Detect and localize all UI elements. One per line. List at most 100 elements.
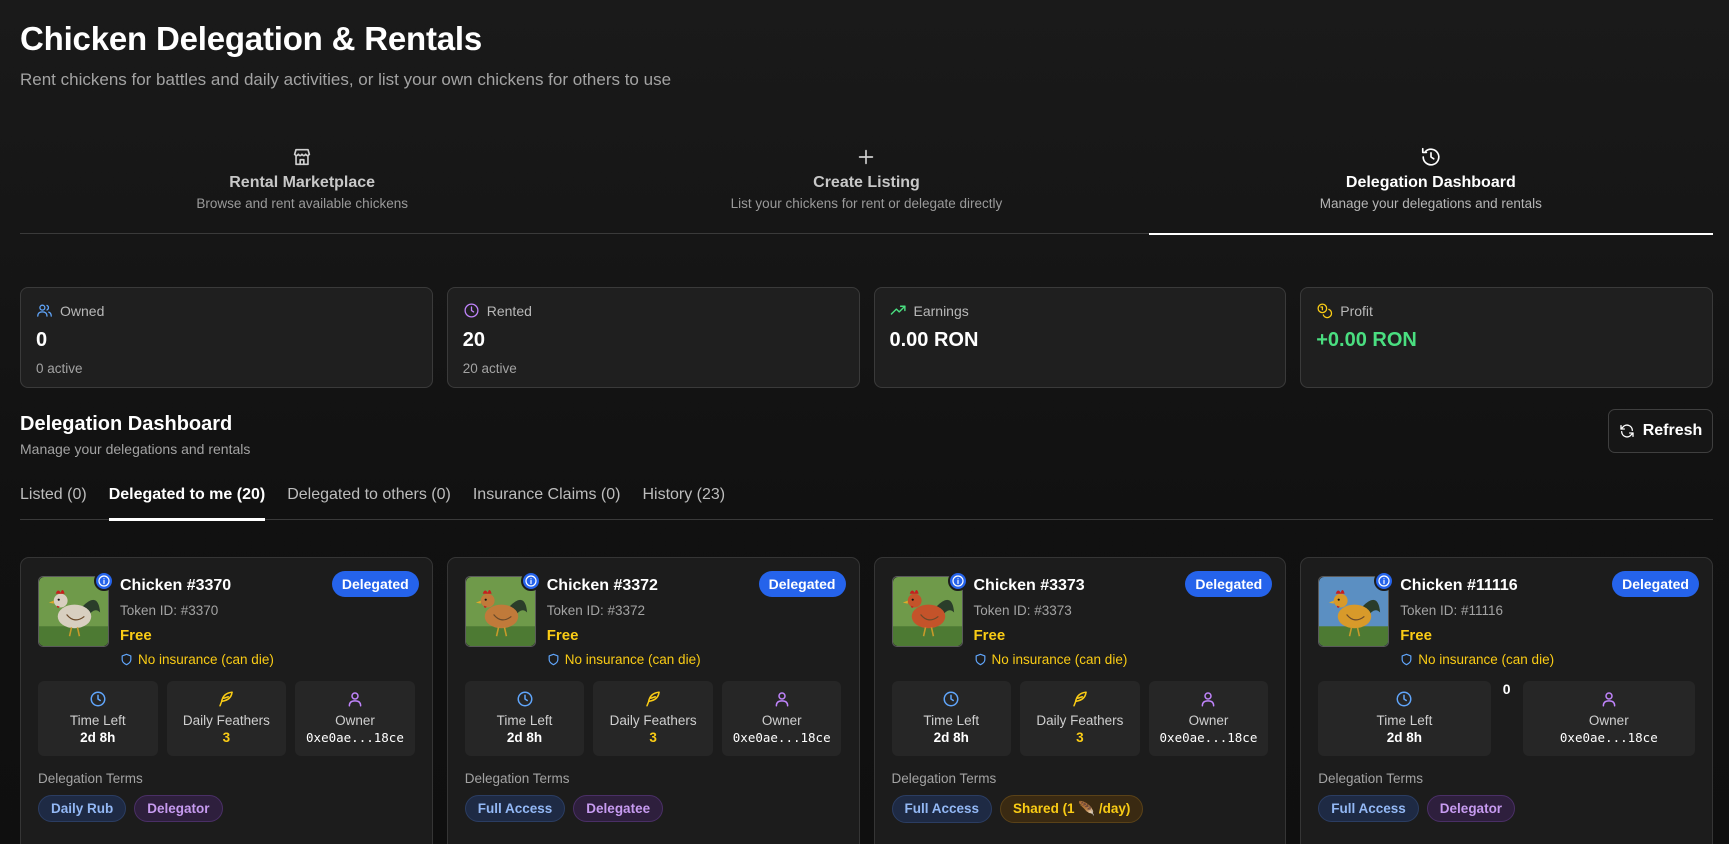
chicken-avatar	[1318, 571, 1395, 647]
metric-label: Daily Feathers	[609, 713, 697, 728]
section-subtitle: Manage your delegations and rentals	[20, 441, 251, 457]
tab-insurance-claims[interactable]: Insurance Claims (0)	[473, 484, 621, 520]
page-subtitle: Rent chickens for battles and daily acti…	[20, 70, 672, 89]
tab-create-listing[interactable]: Create Listing List your chickens for re…	[584, 144, 1148, 233]
stat-value: 0.00 RON	[889, 329, 979, 351]
clock-icon	[517, 691, 533, 707]
token-id: Token ID: #11116	[1400, 603, 1504, 618]
token-id: Token ID: #3373	[973, 603, 1072, 618]
chicken-card[interactable]: Delegated Chicken #3370 Token ID: #3370 …	[20, 557, 433, 844]
feather-icon	[219, 691, 234, 707]
term-badge: Daily Rub	[38, 795, 127, 822]
user-icon	[348, 692, 362, 707]
metric-label: Owner	[1188, 713, 1229, 728]
tab-description: Manage your delegations and rentals	[1319, 196, 1542, 211]
metric-daily-feathers: Daily Feathers 3	[166, 681, 287, 756]
term-badge: Full Access	[464, 795, 566, 822]
feather-icon	[1073, 691, 1087, 707]
metric-value: 2d 8h	[506, 730, 543, 745]
tab-rental-marketplace[interactable]: Rental Marketplace Browse and rent avail…	[20, 144, 584, 233]
metric-time-left: Time Left 2d 8h	[1318, 681, 1491, 756]
info-icon[interactable]	[520, 571, 541, 591]
stat-value: 20	[462, 329, 485, 351]
tab-listed[interactable]: Listed (0)	[20, 484, 87, 520]
chicken-avatar	[464, 571, 541, 647]
terms-label: Delegation Terms	[1318, 771, 1424, 786]
clock-icon	[464, 303, 479, 318]
stat-earnings: Earnings 0.00 RON	[873, 287, 1287, 388]
term-badge: Delegator	[1426, 795, 1516, 822]
chicken-avatar	[891, 571, 968, 647]
tab-delegated-to-others[interactable]: Delegated to others (0)	[287, 484, 451, 520]
stat-profit: Profit +0.00 RON	[1300, 287, 1713, 388]
history-icon	[1421, 147, 1440, 166]
card-metrics: Time Left 2d 8h Daily Feathers 3 Owner 0…	[38, 681, 415, 756]
metric-value: 2d 8h	[80, 730, 116, 745]
plus-icon	[859, 149, 874, 165]
status-badge: Delegated	[758, 571, 846, 597]
shield-icon	[121, 653, 132, 666]
stat-owned: Owned 0 0 active	[20, 287, 433, 388]
rental-price: Free	[546, 627, 579, 644]
clock-icon	[1396, 691, 1412, 707]
stat-subtext: 0 active	[36, 361, 83, 376]
tab-history[interactable]: History (23)	[642, 484, 725, 520]
main-tabs: Rental Marketplace Browse and rent avail…	[20, 144, 1714, 235]
info-icon[interactable]	[1374, 571, 1395, 591]
metric-label: Daily Feathers	[182, 713, 270, 728]
coins-icon	[1317, 303, 1333, 319]
info-icon[interactable]	[947, 571, 968, 591]
insurance-status: No insurance (can die)	[120, 652, 415, 667]
term-badge: Shared (1 🪶 /day)	[1000, 795, 1144, 823]
metric-time-left: Time Left 2d 8h	[464, 681, 585, 756]
terms-label: Delegation Terms	[464, 771, 570, 786]
insurance-label: No insurance (can die)	[564, 652, 701, 667]
insurance-status: No insurance (can die)	[974, 652, 1269, 667]
metric-label: Time Left	[69, 713, 126, 728]
insurance-status: No insurance (can die)	[547, 652, 842, 667]
chicken-card[interactable]: Delegated Chicken #3372 Token ID: #3372 …	[446, 557, 860, 844]
tab-description: List your chickens for rent or delegate …	[730, 196, 1003, 211]
term-badge: Full Access	[1318, 795, 1419, 822]
chicken-avatar	[38, 571, 114, 647]
chicken-card[interactable]: Delegated Chicken #11116 Token ID: #1111…	[1300, 557, 1713, 844]
info-icon[interactable]	[94, 571, 114, 591]
users-icon	[37, 304, 52, 317]
user-icon	[775, 692, 789, 707]
metric-value: 3	[649, 730, 657, 745]
chicken-cards: Delegated Chicken #3370 Token ID: #3370 …	[20, 557, 1713, 844]
card-metrics: 0 Time Left 2d 8h Owner 0xe0ae...18ce	[1318, 681, 1695, 756]
metric-label: Time Left	[1376, 713, 1433, 728]
tab-delegated-to-me[interactable]: Delegated to me (20)	[108, 484, 266, 521]
delegation-terms: Full Access Shared (1 🪶 /day)	[891, 795, 1269, 823]
tab-delegation-dashboard[interactable]: Delegation Dashboard Manage your delegat…	[1148, 144, 1714, 235]
refresh-button[interactable]: Refresh	[1608, 409, 1713, 453]
stat-rented: Rented 20 20 active	[446, 287, 860, 388]
stat-label: Owned	[60, 302, 105, 319]
tab-label: Create Listing	[813, 174, 920, 191]
card-metrics: Time Left 2d 8h Daily Feathers 3 Owner 0…	[891, 681, 1269, 756]
term-badge: Delegator	[134, 795, 223, 822]
metric-label: Owner	[335, 713, 375, 728]
store-icon	[293, 148, 311, 166]
status-badge: Delegated	[1612, 571, 1699, 597]
status-badge: Delegated	[331, 571, 419, 597]
delegation-terms: Daily Rub Delegator	[38, 795, 415, 822]
metric-owner: Owner 0xe0ae...18ce	[1522, 681, 1695, 756]
metric-label: Daily Feathers	[1036, 713, 1124, 728]
metric-time-left: Time Left 2d 8h	[38, 681, 158, 756]
metric-owner: Owner 0xe0ae...18ce	[295, 681, 415, 756]
clock-icon	[943, 691, 959, 707]
stat-label: Profit	[1340, 302, 1373, 319]
metric-value: 2d 8h	[933, 730, 969, 745]
chicken-card[interactable]: Delegated Chicken #3373 Token ID: #3373 …	[873, 557, 1287, 844]
terms-label: Delegation Terms	[891, 771, 997, 786]
delegation-terms: Full Access Delegatee	[464, 795, 842, 822]
metric-daily-feathers: Daily Feathers 3	[593, 681, 713, 756]
metric-owner: Owner 0xe0ae...18ce	[721, 681, 842, 756]
clock-icon	[90, 691, 106, 707]
feather-icon	[646, 691, 660, 707]
sub-tabs: Listed (0) Delegated to me (20) Delegate…	[20, 484, 1713, 521]
owner-address: 0xe0ae...18ce	[732, 730, 831, 745]
metric-label: Time Left	[496, 713, 553, 728]
